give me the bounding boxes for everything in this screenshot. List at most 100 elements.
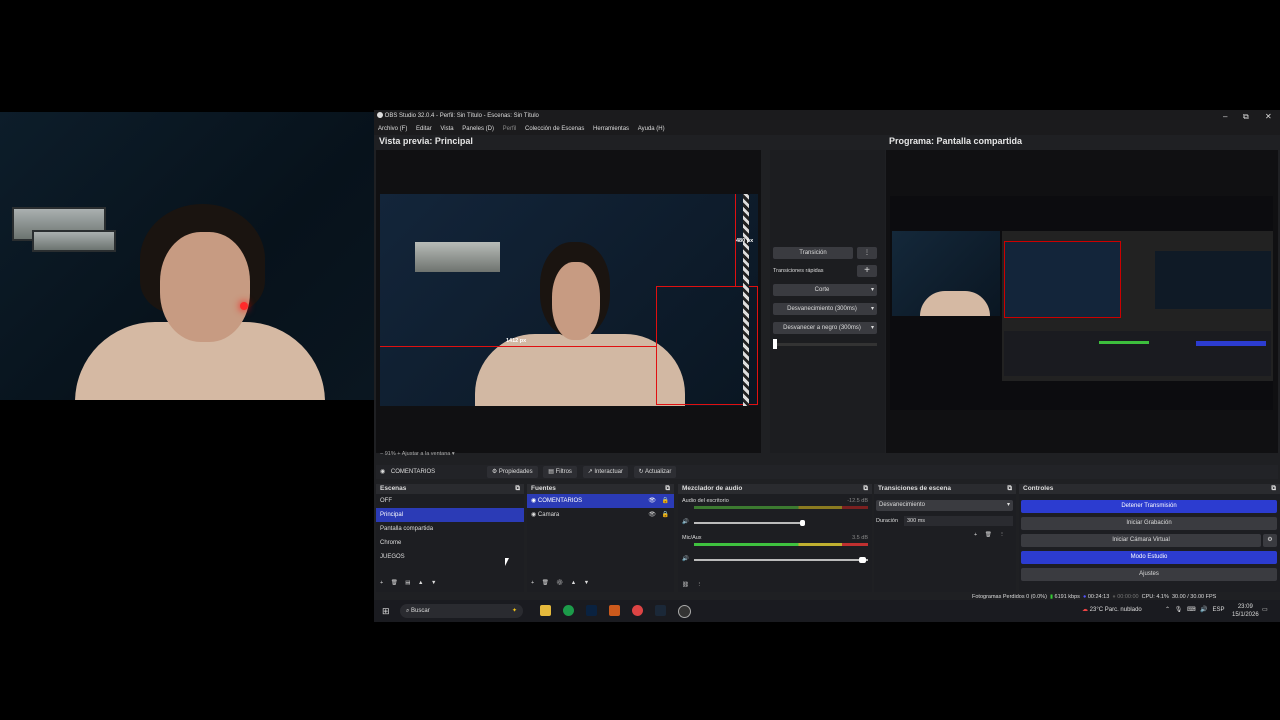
- quick-transition-fade[interactable]: Desvanecimiento (300ms) ▾: [773, 303, 877, 315]
- up-icon[interactable]: ▲: [418, 580, 423, 586]
- menu-herramientas[interactable]: Herramientas: [593, 123, 629, 135]
- file-explorer-icon[interactable]: [540, 605, 551, 616]
- system-tray: ⌃ 🎙 ⌨ 🔊 ESP: [1165, 606, 1225, 613]
- start-virtual-camera-button[interactable]: Iniciar Cámara Virtual: [1021, 534, 1261, 547]
- undock-icon[interactable]: ⧉: [863, 484, 868, 494]
- quick-transitions-label: Transiciones rápidas: [773, 268, 824, 274]
- quick-transition-fade-black[interactable]: Desvanecer a negro (300ms) ▾: [773, 322, 877, 334]
- add-icon[interactable]: +: [531, 580, 534, 586]
- chevron-up-icon[interactable]: ⌃: [1165, 607, 1170, 613]
- menu-editar[interactable]: Editar: [416, 123, 432, 135]
- scene-item-juegos[interactable]: JUEGOS: [376, 550, 524, 564]
- tbar-handle[interactable]: [773, 339, 777, 349]
- volume-handle-mic[interactable]: [859, 557, 866, 563]
- windows-start-icon[interactable]: ⊞: [382, 606, 390, 617]
- scene-item-principal[interactable]: Principal: [376, 508, 524, 522]
- notification-icon[interactable]: ▭: [1262, 606, 1268, 613]
- mic-icon[interactable]: 🎙: [1175, 607, 1183, 613]
- menu-archivo[interactable]: Archivo (F): [378, 123, 407, 135]
- lock-icon[interactable]: 🔒: [662, 494, 669, 508]
- source-item-comentarios[interactable]: ◉ COMENTARIOS 👁 🔒: [527, 494, 674, 508]
- language-indicator[interactable]: ESP: [1213, 607, 1225, 613]
- down-icon[interactable]: ▼: [431, 580, 436, 586]
- preview-canvas[interactable]: 1412 px 480 px: [380, 194, 758, 406]
- volume-slider-mic[interactable]: [694, 559, 868, 561]
- add-icon[interactable]: +: [974, 532, 977, 538]
- scene-item-off[interactable]: OFF: [376, 494, 524, 508]
- trash-icon[interactable]: 🗑: [985, 532, 992, 538]
- trash-icon[interactable]: 🗑: [542, 580, 549, 586]
- obs-taskbar-icon[interactable]: [678, 605, 691, 618]
- weather-widget[interactable]: ☁ 23°C Parc. nublado: [1082, 606, 1142, 613]
- minimize-button[interactable]: –: [1223, 110, 1227, 123]
- gear-icon[interactable]: ⚙: [556, 580, 563, 586]
- clock[interactable]: 23:09 15/1/2026: [1232, 603, 1259, 619]
- lock-icon[interactable]: 🔒: [662, 508, 669, 522]
- menu-coleccion[interactable]: Colección de Escenas: [525, 123, 584, 135]
- up-icon[interactable]: ▲: [571, 580, 576, 586]
- steam-icon[interactable]: [655, 605, 666, 616]
- menu-icon[interactable]: ⋮: [999, 532, 1005, 538]
- transition-controls: Transición ⋮ Transiciones rápidas + Cort…: [770, 150, 885, 453]
- menu-ayuda[interactable]: Ayuda (H): [638, 123, 665, 135]
- taskbar-search[interactable]: ⌕ Buscar ✦: [400, 604, 523, 618]
- menu-icon[interactable]: ⋮: [697, 582, 703, 588]
- transition-button[interactable]: Transición: [773, 247, 853, 259]
- volume-slider-desktop[interactable]: [694, 522, 804, 524]
- zoom-controls[interactable]: − 91% + Ajustar a la ventana ▾: [380, 451, 455, 457]
- transition-menu-icon[interactable]: ⋮: [857, 247, 877, 259]
- menu-perfil[interactable]: Perfil: [503, 123, 517, 135]
- quick-transition-corte[interactable]: Corte ▾: [773, 284, 877, 296]
- photoshop-icon[interactable]: [586, 605, 597, 616]
- stop-streaming-button[interactable]: Detener Transmisión: [1021, 500, 1277, 513]
- menu-vista[interactable]: Vista: [440, 123, 453, 135]
- eye-icon[interactable]: 👁: [648, 494, 656, 508]
- link-icon[interactable]: ⛓: [682, 582, 689, 588]
- scene-item-chrome[interactable]: Chrome: [376, 536, 524, 550]
- volume-handle-desktop[interactable]: [800, 520, 805, 526]
- tbar-slider[interactable]: [773, 343, 877, 346]
- refresh-button[interactable]: ↻ Actualizar: [633, 466, 677, 478]
- preview-area[interactable]: 1412 px 480 px − 91% + Ajustar a la vent…: [376, 150, 761, 457]
- fit-label[interactable]: Ajustar a la ventana: [402, 451, 451, 457]
- transition-type-select[interactable]: Desvanecimiento ▾: [876, 500, 1013, 511]
- chrome-icon[interactable]: [563, 605, 574, 616]
- menu-paneles[interactable]: Paneles (D): [462, 123, 494, 135]
- speaker-icon[interactable]: 🔊: [682, 519, 689, 525]
- studio-mode-button[interactable]: Modo Estudio: [1021, 551, 1277, 564]
- interact-button[interactable]: ↗ Interactuar: [582, 466, 628, 478]
- source-item-camara[interactable]: ◉ Camara 👁 🔒: [527, 508, 674, 522]
- undock-icon[interactable]: ⧉: [1007, 484, 1012, 494]
- duration-input[interactable]: 300 ms: [904, 516, 1013, 526]
- chevron-down-icon: ▾: [870, 306, 874, 312]
- background-window: [32, 230, 116, 252]
- illustrator-icon[interactable]: [609, 605, 620, 616]
- settings-button[interactable]: Ajustes: [1021, 568, 1277, 581]
- chrome-alt-icon[interactable]: [632, 605, 643, 616]
- filters-button[interactable]: ▤ Filtros: [543, 466, 577, 478]
- down-icon[interactable]: ▼: [584, 580, 589, 586]
- undock-icon[interactable]: ⧉: [665, 484, 670, 494]
- chevron-down-icon[interactable]: ▾: [452, 451, 455, 457]
- properties-button[interactable]: ⚙ Propiedades: [486, 466, 538, 478]
- start-recording-button[interactable]: Iniciar Grabación: [1021, 517, 1277, 530]
- scene-item-pantalla[interactable]: Pantalla compartida: [376, 522, 524, 536]
- undock-icon[interactable]: ⧉: [1271, 484, 1276, 494]
- filter-icon[interactable]: ▤: [405, 580, 410, 586]
- gear-icon[interactable]: ⚙: [1263, 534, 1277, 547]
- eye-icon[interactable]: 👁: [648, 508, 656, 522]
- speaker-icon[interactable]: 🔊: [682, 556, 689, 562]
- maximize-button[interactable]: ⧉: [1243, 110, 1249, 123]
- guide-line-horizontal: [380, 346, 656, 347]
- undock-icon[interactable]: ⧉: [515, 484, 520, 494]
- close-button[interactable]: ✕: [1265, 110, 1272, 123]
- trash-icon[interactable]: 🗑: [391, 580, 398, 586]
- add-icon[interactable]: +: [380, 580, 383, 586]
- preview-person-torso: [475, 334, 685, 406]
- scenes-dock: Escenas ⧉ OFF Principal Pantalla comparti…: [376, 484, 524, 592]
- network-icon[interactable]: ⌨: [1187, 607, 1196, 613]
- add-quick-transition-icon[interactable]: +: [857, 265, 877, 277]
- zoom-in-icon[interactable]: +: [397, 451, 400, 457]
- zoom-out-icon[interactable]: −: [380, 451, 383, 457]
- volume-icon[interactable]: 🔊: [1200, 607, 1207, 613]
